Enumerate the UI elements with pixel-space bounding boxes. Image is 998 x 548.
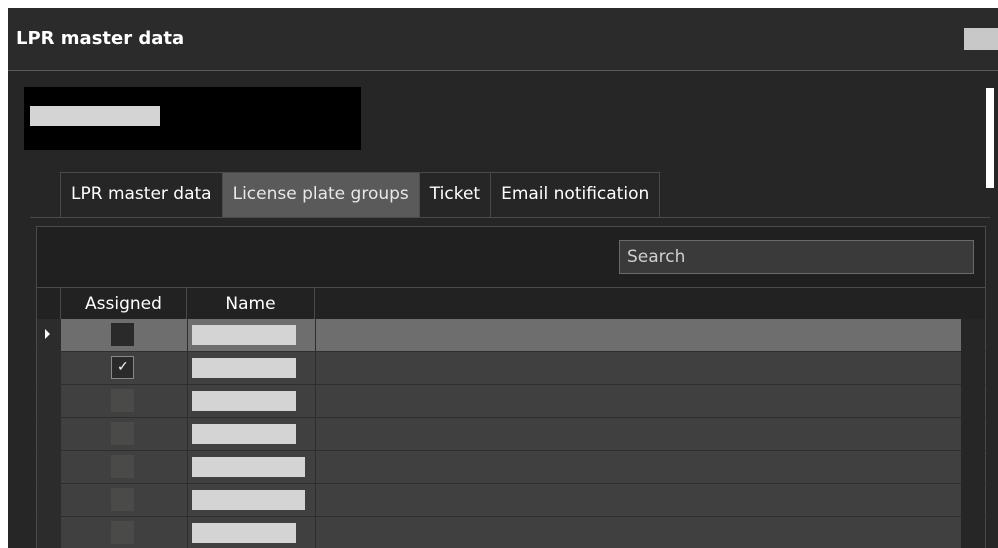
search-input[interactable] bbox=[619, 240, 974, 274]
checkmark-icon: ✓ bbox=[117, 359, 129, 375]
name-cell[interactable] bbox=[187, 418, 315, 450]
assigned-cell bbox=[61, 385, 187, 417]
column-header-name[interactable]: Name bbox=[187, 287, 315, 319]
assigned-checkbox[interactable]: ✓ bbox=[111, 356, 134, 379]
redacted-name bbox=[192, 325, 296, 345]
assigned-cell: ✓ bbox=[61, 352, 187, 384]
tab-lpr-master-data[interactable]: LPR master data bbox=[60, 172, 223, 217]
tab-divider bbox=[30, 217, 990, 218]
tab-strip: LPR master data License plate groups Tic… bbox=[60, 172, 661, 217]
redacted-name bbox=[192, 457, 305, 477]
row-header-corner bbox=[37, 287, 61, 319]
filler-cell bbox=[315, 451, 962, 483]
assigned-checkbox[interactable] bbox=[111, 488, 134, 511]
grid-scrollbar[interactable] bbox=[961, 319, 985, 548]
tab-email-notification[interactable]: Email notification bbox=[491, 172, 661, 217]
table-row[interactable] bbox=[37, 319, 987, 352]
name-cell[interactable] bbox=[187, 484, 315, 516]
grid-rows: ✓ bbox=[37, 319, 987, 548]
table-row[interactable] bbox=[37, 451, 987, 484]
row-indicator bbox=[37, 352, 61, 384]
table-row[interactable]: ✓ bbox=[37, 352, 987, 385]
row-indicator bbox=[37, 418, 61, 450]
lpr-master-data-window: LPR master data LPR master data License … bbox=[8, 8, 998, 548]
column-header-filler bbox=[315, 287, 985, 319]
name-cell[interactable] bbox=[187, 352, 315, 384]
redacted-name bbox=[192, 490, 305, 510]
row-indicator bbox=[37, 319, 61, 351]
row-indicator bbox=[37, 484, 61, 516]
assigned-cell bbox=[61, 451, 187, 483]
assigned-cell bbox=[61, 517, 187, 548]
vertical-scrollbar[interactable] bbox=[986, 88, 994, 188]
filler-cell bbox=[315, 484, 962, 516]
assigned-checkbox[interactable] bbox=[111, 455, 134, 478]
table-row[interactable] bbox=[37, 385, 987, 418]
license-plate-groups-grid: Assigned Name ✓ bbox=[36, 226, 987, 548]
redacted-name bbox=[192, 523, 296, 543]
filler-cell bbox=[315, 319, 962, 351]
redacted-name bbox=[192, 391, 296, 411]
assigned-checkbox[interactable] bbox=[111, 521, 134, 544]
tab-ticket[interactable]: Ticket bbox=[419, 172, 492, 217]
window-control-button[interactable] bbox=[964, 28, 998, 50]
tab-license-plate-groups[interactable]: License plate groups bbox=[222, 172, 420, 217]
filler-cell bbox=[315, 385, 962, 417]
table-row[interactable] bbox=[37, 517, 987, 548]
name-cell[interactable] bbox=[187, 319, 315, 351]
name-cell[interactable] bbox=[187, 517, 315, 548]
title-bar: LPR master data bbox=[8, 8, 998, 71]
column-header-assigned[interactable]: Assigned bbox=[61, 287, 187, 319]
name-cell[interactable] bbox=[187, 451, 315, 483]
table-row[interactable] bbox=[37, 484, 987, 517]
assigned-checkbox[interactable] bbox=[111, 422, 134, 445]
name-cell[interactable] bbox=[187, 385, 315, 417]
assigned-checkbox[interactable] bbox=[111, 389, 134, 412]
row-indicator bbox=[37, 517, 61, 548]
assigned-cell bbox=[61, 319, 187, 351]
row-indicator bbox=[37, 385, 61, 417]
redacted-name bbox=[192, 358, 296, 378]
window-title: LPR master data bbox=[16, 28, 185, 49]
filler-cell bbox=[315, 517, 962, 548]
assigned-cell bbox=[61, 418, 187, 450]
redacted-record-name bbox=[30, 106, 160, 126]
row-indicator bbox=[37, 451, 61, 483]
assigned-cell bbox=[61, 484, 187, 516]
redacted-name bbox=[192, 424, 296, 444]
record-header-box bbox=[24, 87, 361, 150]
assigned-checkbox[interactable] bbox=[111, 323, 134, 346]
current-row-arrow-icon bbox=[45, 329, 50, 339]
table-row[interactable] bbox=[37, 418, 987, 451]
filler-cell bbox=[315, 352, 962, 384]
filler-cell bbox=[315, 418, 962, 450]
